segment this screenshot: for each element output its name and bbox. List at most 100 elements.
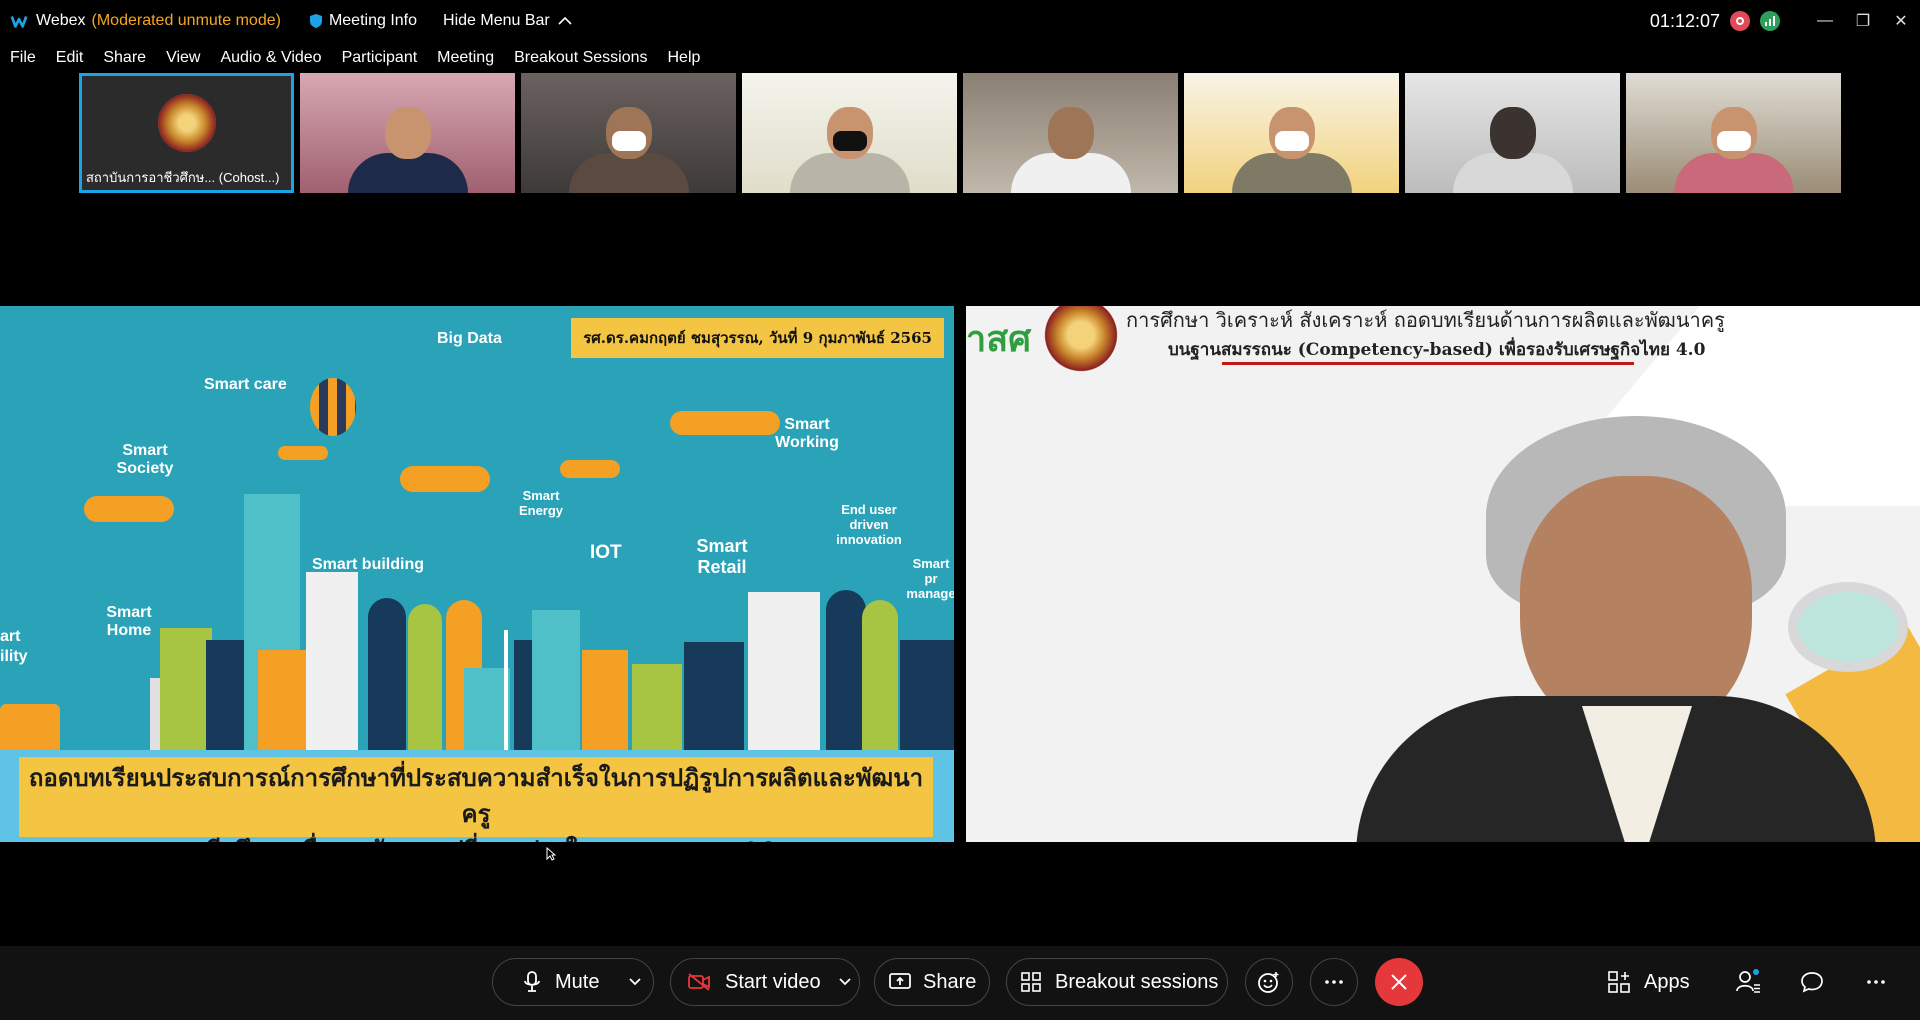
logo-text: าสศ <box>966 318 1032 359</box>
participant-tile[interactable] <box>963 73 1178 193</box>
participant-tile[interactable] <box>1626 73 1841 193</box>
hide-menu-bar-label: Hide Menu Bar <box>443 12 550 29</box>
shield-icon <box>309 14 322 28</box>
building-shape <box>900 640 954 750</box>
cloud-shape <box>400 466 490 492</box>
participant-video <box>789 107 910 193</box>
leave-meeting-button[interactable] <box>1375 958 1423 1006</box>
participant-video <box>1673 107 1794 193</box>
shared-slide: รศ.ดร.คมกฤตย์ ชมสุวรรณ, วันที่ 9 กุมภาพั… <box>0 306 954 842</box>
menu-help[interactable]: Help <box>658 49 711 67</box>
apps-icon <box>1608 971 1630 993</box>
chevron-down-icon[interactable] <box>629 978 642 986</box>
minimize-icon[interactable]: — <box>1806 0 1844 42</box>
building-shape <box>684 642 744 750</box>
building-shape <box>160 628 212 750</box>
slide-title-band: ถอดบทเรียนประสบการณ์การศึกษาที่ประสบความ… <box>0 750 954 842</box>
share-label: Share <box>923 970 977 993</box>
menu-participant[interactable]: Participant <box>332 49 428 67</box>
mute-button[interactable]: Mute <box>492 958 654 1006</box>
label-big-data: Big Data <box>437 330 502 347</box>
app-name: Webex <box>36 12 86 29</box>
menu-audio-video[interactable]: Audio & Video <box>210 49 331 67</box>
slide-title: ถอดบทเรียนประสบการณ์การศึกษาที่ประสบความ… <box>19 757 933 842</box>
video-off-icon <box>688 973 710 991</box>
menu-breakout-sessions[interactable]: Breakout Sessions <box>504 49 657 67</box>
label-smart-working: Smart Working <box>775 416 839 451</box>
building-shape <box>748 592 820 750</box>
menu-share[interactable]: Share <box>93 49 156 67</box>
wind-turbine-icon <box>504 630 508 750</box>
restore-icon[interactable]: ❐ <box>1844 0 1882 42</box>
participant-video <box>1231 107 1352 193</box>
microphone-icon <box>524 971 540 992</box>
hide-menu-bar-button[interactable]: Hide Menu Bar <box>443 12 572 30</box>
mute-label: Mute <box>555 970 600 993</box>
more-options-button[interactable] <box>1310 958 1358 1006</box>
start-video-label: Start video <box>725 970 821 993</box>
building-shape <box>862 600 898 750</box>
chevron-up-icon <box>558 16 572 25</box>
webex-logo-icon <box>10 16 28 28</box>
slide-header: าสศ การศึกษา วิเคราะห์ สังเคราะห์ ถอดบทเ… <box>966 306 1920 372</box>
share-button[interactable]: Share <box>874 958 990 1006</box>
label-smart-society: Smart Society <box>116 442 174 477</box>
participant-tile[interactable] <box>521 73 736 193</box>
menu-file[interactable]: File <box>0 49 46 67</box>
chevron-down-icon[interactable] <box>838 978 851 986</box>
label-iot: IOT <box>590 542 622 563</box>
cloud-shape <box>84 496 174 522</box>
building-shape <box>306 572 358 750</box>
participants-button[interactable] <box>1735 958 1761 1006</box>
breakout-grid-icon <box>1021 972 1041 992</box>
apps-label: Apps <box>1644 970 1690 993</box>
title-bar: Webex (Moderated unmute mode) Meeting In… <box>0 0 1920 42</box>
building-shape <box>408 604 442 750</box>
start-video-button[interactable]: Start video <box>670 958 860 1006</box>
cloud-shape <box>560 460 620 478</box>
heading-underline <box>1222 362 1634 365</box>
balloon-icon <box>310 378 356 436</box>
menu-edit[interactable]: Edit <box>46 49 94 67</box>
chat-button[interactable] <box>1800 958 1824 1006</box>
building-shape <box>826 590 866 750</box>
more-icon <box>1325 980 1343 984</box>
menu-view[interactable]: View <box>156 49 210 67</box>
more-icon <box>1867 980 1885 984</box>
meeting-timer: 01:12:07 <box>1649 10 1720 31</box>
building-shape <box>368 598 406 750</box>
more-panel-button[interactable] <box>1866 958 1886 1006</box>
meeting-info-label: Meeting Info <box>328 12 418 29</box>
cloud-shape <box>670 411 780 435</box>
participant-tile[interactable] <box>1405 73 1620 193</box>
institute-emblem-icon <box>157 94 216 152</box>
cloud-shape <box>278 446 328 460</box>
meeting-info-button[interactable]: Meeting Info <box>309 12 417 30</box>
breakout-sessions-button[interactable]: Breakout sessions <box>1006 958 1228 1006</box>
participant-tile-host[interactable]: สถาบันการอาชีวศึกษ... (Cohost...) <box>79 73 294 193</box>
label-smart-care: Smart care <box>204 376 287 393</box>
slide-heading-line1: การศึกษา วิเคราะห์ สังเคราะห์ ถอดบทเรียน… <box>1126 308 1725 332</box>
building-shape <box>532 610 580 750</box>
mouse-cursor-icon <box>546 847 556 861</box>
close-icon[interactable]: ✕ <box>1882 0 1920 42</box>
magnifier-illustration <box>1788 582 1908 672</box>
breakout-label: Breakout sessions <box>1055 970 1219 993</box>
participant-video <box>347 107 468 193</box>
chat-icon <box>1801 972 1823 993</box>
building-shape <box>632 664 682 750</box>
reactions-button[interactable] <box>1245 958 1293 1006</box>
institute-emblem-icon <box>1044 306 1118 372</box>
recording-icon[interactable] <box>1730 11 1750 31</box>
menu-bar: File Edit Share View Audio & Video Parti… <box>0 44 710 72</box>
apps-button[interactable]: Apps <box>1608 958 1690 1006</box>
participant-video <box>568 107 689 193</box>
label-end-user: End user driven innovation <box>836 502 902 547</box>
participant-tile[interactable] <box>300 73 515 193</box>
network-stats-icon[interactable] <box>1760 11 1780 31</box>
unmute-mode-label: (Moderated unmute mode) <box>91 12 281 29</box>
slide-heading-line2: บนฐานสมรรถนะ (Competency-based) เพื่อรอง… <box>1168 340 1706 360</box>
menu-meeting[interactable]: Meeting <box>427 49 504 67</box>
participant-tile[interactable] <box>742 73 957 193</box>
participant-tile[interactable] <box>1184 73 1399 193</box>
